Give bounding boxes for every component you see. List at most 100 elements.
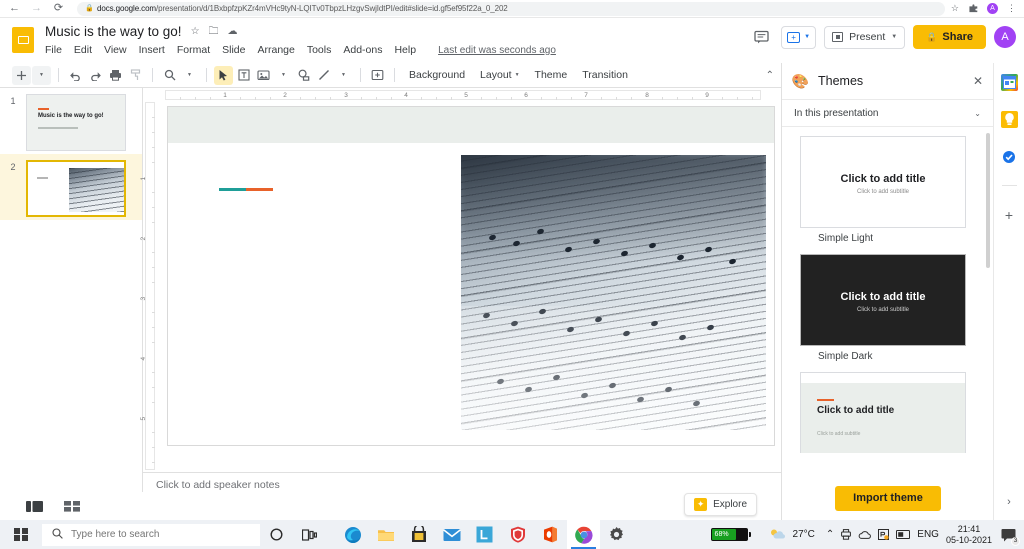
menu-add-ons[interactable]: Add-ons (343, 44, 382, 56)
printer-icon[interactable] (106, 66, 125, 85)
close-icon[interactable]: ✕ (973, 74, 983, 88)
star-icon[interactable]: ☆ (951, 3, 959, 14)
move-to-folder-icon[interactable]: 🗀 (209, 26, 219, 37)
menu-insert[interactable]: Insert (139, 44, 165, 56)
theme-preview-card[interactable]: Click to add title Click to add subtitle (800, 254, 966, 346)
share-button[interactable]: 🔒 Share (913, 25, 986, 49)
cloud-saved-icon[interactable]: ☁ (228, 26, 238, 37)
taskbar-edge[interactable] (336, 520, 369, 549)
menu-view[interactable]: View (104, 44, 127, 56)
taskbar-chrome[interactable] (567, 520, 600, 549)
forward-arrow-icon[interactable]: → (30, 2, 43, 15)
menu-slide[interactable]: Slide (222, 44, 245, 56)
google-keep-icon[interactable] (1000, 111, 1018, 128)
undo-icon[interactable] (66, 66, 85, 85)
partly-cloudy-icon[interactable] (769, 528, 786, 541)
battery-indicator[interactable]: 68% (710, 528, 751, 541)
menu-format[interactable]: Format (177, 44, 210, 56)
slide-accent-line[interactable] (219, 188, 273, 191)
new-slide-button[interactable] (12, 65, 31, 85)
filmstrip-view-icon[interactable] (24, 498, 44, 514)
vertical-ruler[interactable]: 1 2 3 4 5 (140, 102, 157, 492)
present-button[interactable]: Present ▼ (824, 25, 906, 49)
theme-preview-card[interactable]: Click to add title Click to add subtitle (800, 372, 966, 453)
avatar[interactable]: A (994, 26, 1016, 48)
star-icon[interactable]: ☆ (191, 26, 200, 37)
magnifier-icon[interactable] (160, 66, 179, 85)
filmstrip-slide-1[interactable]: 1 Music is the way to go! (0, 88, 142, 154)
chevron-down-icon[interactable]: ⌄ (974, 109, 981, 118)
explore-button[interactable]: ✦ Explore (684, 493, 757, 516)
theme-button[interactable]: Theme (528, 66, 575, 85)
theme-item-streamline[interactable]: Click to add title Click to add subtitle… (782, 364, 994, 453)
taskbar-app-shield[interactable] (501, 520, 534, 549)
speaker-notes-placeholder[interactable]: Click to add speaker notes (156, 479, 280, 491)
weather-temp[interactable]: 27°C (793, 529, 815, 540)
extensions-icon[interactable] (968, 4, 978, 13)
google-calendar-icon[interactable] (1000, 74, 1018, 91)
taskbar-clock[interactable]: 21:41 05-10-2021 (946, 524, 992, 546)
import-theme-button[interactable]: Import theme (835, 485, 941, 511)
filmstrip-slide-2[interactable]: 2 (0, 154, 142, 220)
page-title[interactable]: Music is the way to go! (45, 24, 182, 39)
paint-format-icon[interactable] (126, 66, 145, 85)
google-tasks-icon[interactable] (1000, 148, 1018, 165)
menu-tools[interactable]: Tools (307, 44, 332, 56)
horizontal-ruler[interactable]: 1 2 3 4 5 6 7 8 9 (143, 88, 781, 102)
taskbar-settings[interactable] (600, 520, 633, 549)
taskbar-file-explorer[interactable] (369, 520, 402, 549)
taskbar-mail[interactable] (435, 520, 468, 549)
taskbar-microsoft-store[interactable] (402, 520, 435, 549)
slide-canvas[interactable] (167, 106, 775, 446)
slideshow-add-group[interactable]: + ▼ (781, 25, 817, 49)
menu-help[interactable]: Help (394, 44, 416, 56)
zoom-dropdown[interactable]: ▼ (180, 66, 199, 85)
slide-thumbnail[interactable] (26, 160, 126, 217)
caret-down-icon[interactable]: ▼ (515, 72, 520, 78)
app-tray-icon[interactable] (878, 529, 890, 540)
theme-preview-card[interactable]: Click to add title Click to add subtitle (800, 136, 966, 228)
caret-down-icon[interactable]: ▼ (891, 34, 897, 40)
task-view-icon[interactable] (293, 520, 326, 549)
themes-scrollbar[interactable] (986, 133, 990, 268)
reload-icon[interactable]: ⟳ (52, 2, 65, 15)
line-dropdown[interactable]: ▼ (334, 66, 353, 85)
themes-filter-dropdown[interactable]: In this presentation ⌄ (782, 100, 993, 127)
taskbar-app-l[interactable] (468, 520, 501, 549)
speaker-notes-pane[interactable]: Click to add speaker notes ✦ Explore (143, 472, 781, 520)
menu-arrange[interactable]: Arrange (257, 44, 294, 56)
add-ons-plus-icon[interactable]: + (1001, 206, 1018, 223)
sheet-music-photo[interactable] (461, 155, 766, 430)
chevron-right-icon[interactable]: › (1007, 496, 1011, 508)
language-indicator[interactable]: ENG (917, 529, 939, 540)
theme-item-simple-light[interactable]: Click to add title Click to add subtitle… (782, 128, 994, 246)
kebab-menu-icon[interactable]: ⋮ (1007, 3, 1016, 14)
windows-start-icon[interactable] (0, 520, 42, 549)
search-input[interactable] (71, 529, 241, 540)
menu-edit[interactable]: Edit (74, 44, 92, 56)
menu-file[interactable]: File (45, 44, 62, 56)
cursor-arrow-icon[interactable] (214, 65, 233, 85)
slide-thumbnail[interactable]: Music is the way to go! (26, 94, 126, 151)
notifications-icon[interactable]: 3 (999, 525, 1020, 546)
line-icon[interactable] (314, 66, 333, 85)
last-edit-status[interactable]: Last edit was seconds ago (438, 45, 556, 56)
printer-tray-icon[interactable] (841, 529, 852, 540)
add-comment-icon[interactable] (368, 66, 387, 85)
taskbar-search-box[interactable] (42, 523, 260, 546)
text-box-icon[interactable] (234, 66, 253, 85)
comment-history-icon[interactable] (749, 26, 773, 49)
insert-image-dropdown[interactable]: ▼ (274, 66, 293, 85)
chevron-up-icon[interactable]: ⌃ (826, 529, 834, 540)
transition-button[interactable]: Transition (575, 66, 635, 85)
layout-button[interactable]: Layout ▼ (473, 66, 526, 85)
address-bar[interactable]: 🔒 docs.google.com/presentation/d/1Bxbpfz… (77, 1, 945, 16)
grid-view-icon[interactable] (62, 498, 82, 514)
caret-down-icon[interactable]: ▼ (804, 34, 810, 40)
display-icon[interactable] (896, 530, 911, 539)
themes-list[interactable]: Click to add title Click to add subtitle… (782, 128, 994, 453)
theme-item-simple-dark[interactable]: Click to add title Click to add subtitle… (782, 246, 994, 364)
collapse-caret-up-icon[interactable]: ⌃ (766, 70, 774, 81)
new-slide-dropdown[interactable]: ▼ (32, 65, 51, 85)
present-add-icon[interactable]: + (787, 31, 801, 43)
